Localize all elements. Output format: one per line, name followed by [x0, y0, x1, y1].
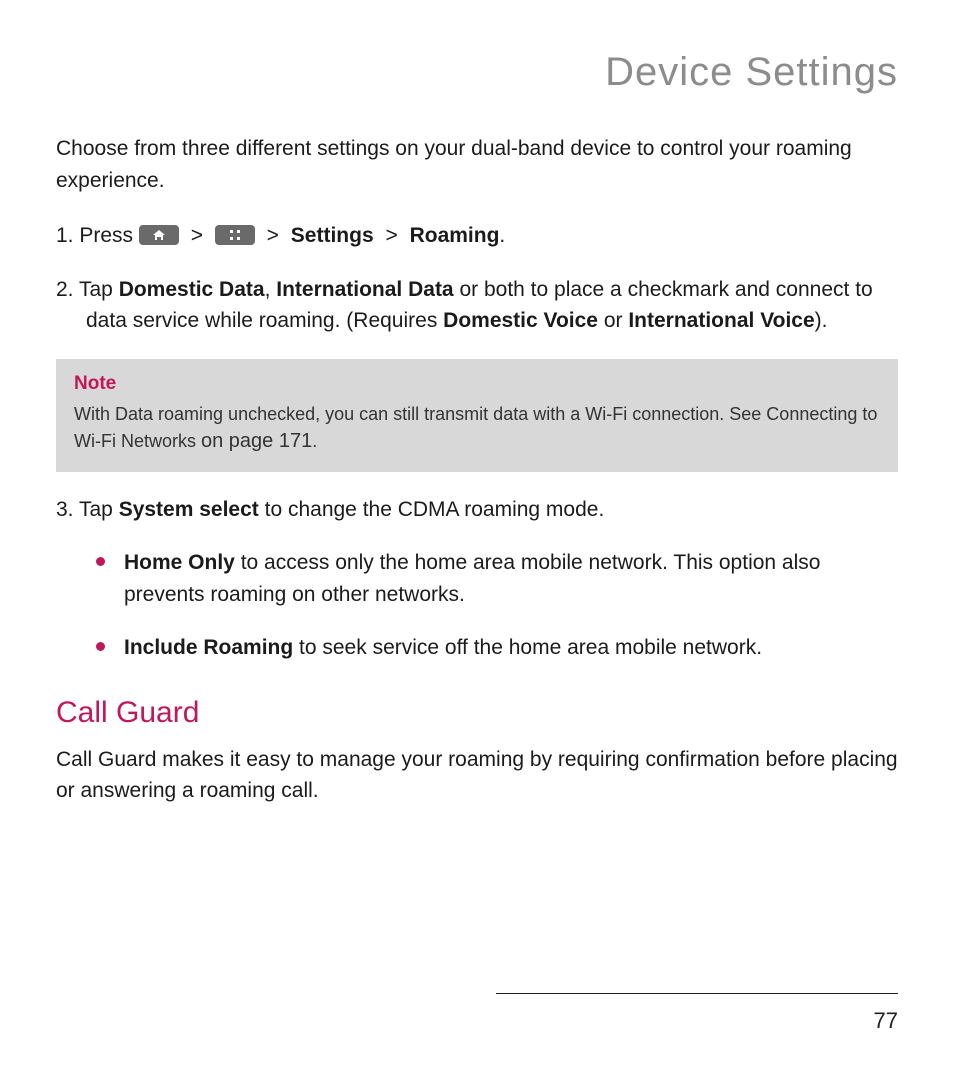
list-item: Include Roaming to seek service off the … — [96, 632, 898, 664]
term: Include Roaming — [124, 636, 293, 659]
list-item-text: to seek service off the home area mobile… — [293, 636, 762, 659]
term: Home Only — [124, 551, 235, 574]
note-title: Note — [74, 373, 880, 395]
section-body: Call Guard makes it easy to manage your … — [56, 744, 898, 807]
breadcrumb-separator: > — [185, 224, 209, 247]
home-key-icon — [139, 225, 179, 245]
note-body: With Data roaming unchecked, you can sti… — [74, 401, 880, 456]
step-number: 2. — [56, 278, 74, 301]
step-number: 1. — [56, 224, 74, 247]
step-text: , — [265, 278, 277, 301]
step-2: 2. Tap Domestic Data, International Data… — [56, 274, 898, 337]
page-footer: 77 — [56, 993, 898, 1034]
step-text: to change the CDMA roaming mode. — [259, 498, 605, 521]
term: Domestic Data — [119, 278, 265, 301]
term: Domestic Voice — [443, 309, 598, 332]
note-text: . — [312, 431, 317, 451]
breadcrumb-item: Settings — [291, 224, 374, 247]
step-text: ). — [815, 309, 828, 332]
note-text: With Data roaming unchecked, you can sti… — [74, 404, 877, 451]
intro-paragraph: Choose from three different settings on … — [56, 133, 898, 196]
text: . — [499, 224, 505, 247]
step-number: 3. — [56, 498, 74, 521]
apps-key-icon — [215, 225, 255, 245]
breadcrumb-separator: > — [261, 224, 285, 247]
step-text: Tap — [79, 498, 119, 521]
breadcrumb-item: Roaming — [410, 224, 500, 247]
page-number: 77 — [56, 1008, 898, 1034]
step-text: Press — [79, 224, 139, 247]
bullet-list: Home Only to access only the home area m… — [96, 547, 898, 664]
note-box: Note With Data roaming unchecked, you ca… — [56, 359, 898, 472]
term: International Data — [276, 278, 453, 301]
term: International Voice — [628, 309, 814, 332]
page-title: Device Settings — [56, 50, 898, 95]
step-3: 3. Tap System select to change the CDMA … — [56, 494, 898, 526]
step-text: or — [598, 309, 628, 332]
term: System select — [119, 498, 259, 521]
breadcrumb-separator: > — [379, 224, 403, 247]
note-page-ref: on page 171 — [201, 430, 312, 452]
list-item: Home Only to access only the home area m… — [96, 547, 898, 610]
section-heading: Call Guard — [56, 696, 898, 730]
step-text: Tap — [79, 278, 119, 301]
footer-rule — [496, 993, 898, 994]
step-1: 1. Press > > Settings > Roaming. — [56, 220, 898, 252]
document-page: Device Settings Choose from three differ… — [0, 0, 954, 1074]
